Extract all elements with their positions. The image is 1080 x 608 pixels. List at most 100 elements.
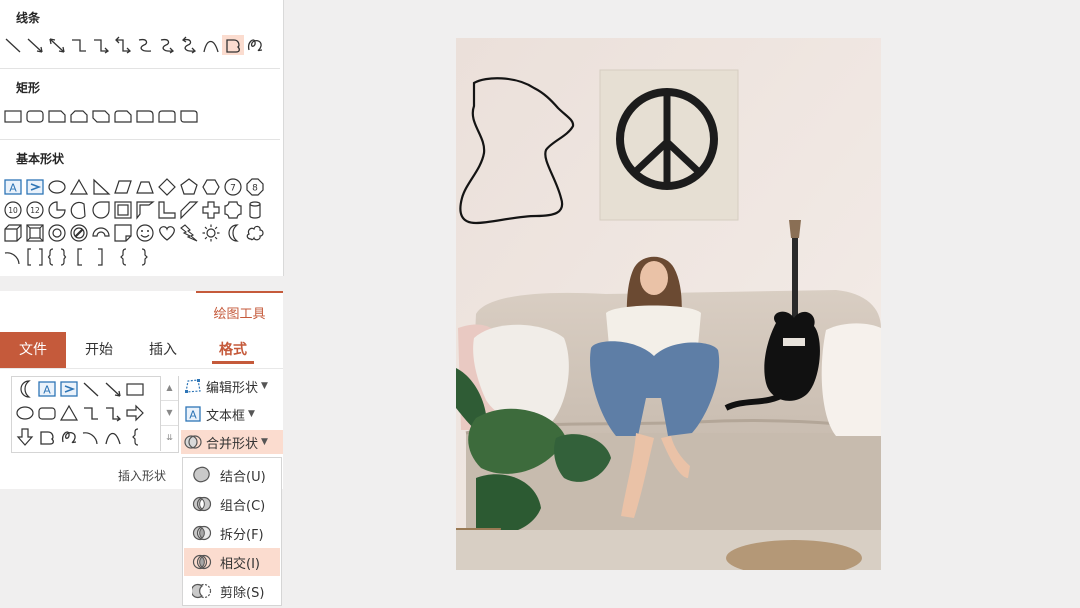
double-arrow-shape[interactable] (46, 35, 68, 55)
cloud-shape[interactable] (244, 223, 266, 243)
left-brace-shape[interactable] (112, 247, 134, 267)
elbow-connector-shape[interactable] (80, 402, 102, 424)
elbow-connector-shape[interactable] (68, 35, 90, 55)
menu-item-subtract[interactable]: 剪除(S) (184, 577, 280, 605)
line-shape[interactable] (2, 35, 24, 55)
scribble-shape[interactable] (58, 426, 80, 448)
elbow-arrow-shape[interactable] (90, 35, 112, 55)
scribble-shape[interactable] (244, 35, 266, 55)
frame-shape[interactable] (112, 200, 134, 220)
menu-item-intersect[interactable]: 相交(I) (184, 548, 280, 576)
bevel-shape[interactable] (24, 223, 46, 243)
vertical-text-box-shape[interactable] (58, 378, 80, 400)
tab-home[interactable]: 开始 (76, 332, 122, 368)
freeform-shape[interactable] (222, 35, 244, 55)
rectangle-shape[interactable] (124, 378, 146, 400)
pie-shape[interactable] (46, 200, 68, 220)
curve-shape[interactable] (102, 426, 124, 448)
right-arrow-shape[interactable] (124, 402, 146, 424)
triangle-shape[interactable] (58, 402, 80, 424)
curved-connector-shape[interactable] (134, 35, 156, 55)
smiley-face-shape[interactable] (134, 223, 156, 243)
right-triangle-shape[interactable] (90, 177, 112, 197)
double-brace-shape[interactable] (46, 247, 68, 267)
dodecagon-shape[interactable]: 12 (24, 200, 46, 220)
slide-photo[interactable] (456, 38, 881, 570)
arc-shape[interactable] (2, 247, 24, 267)
lightning-bolt-shape[interactable] (178, 223, 200, 243)
menu-item-combine[interactable]: 组合(C) (184, 490, 280, 518)
heart-shape[interactable] (156, 223, 178, 243)
cross-shape[interactable] (200, 200, 222, 220)
scroll-down-icon[interactable]: ▼ (161, 401, 178, 426)
half-frame-shape[interactable] (134, 200, 156, 220)
oval-shape[interactable] (14, 402, 36, 424)
l-shape[interactable] (156, 200, 178, 220)
down-arrow-shape[interactable] (14, 426, 36, 448)
left-bracket-shape[interactable] (68, 247, 90, 267)
round-diagonal-shape[interactable] (178, 106, 200, 126)
text-box-shape[interactable]: A (36, 378, 58, 400)
double-bracket-shape[interactable] (24, 247, 46, 267)
vertical-text-box-shape[interactable] (24, 177, 46, 197)
tab-format[interactable]: 格式 (210, 332, 256, 368)
left-brace-shape[interactable] (124, 426, 146, 448)
trapezoid-shape[interactable] (134, 177, 156, 197)
sun-shape[interactable] (200, 223, 222, 243)
text-box-button[interactable]: A 文本框 ▼ (183, 402, 255, 426)
gallery-scrollbar[interactable]: ▲ ▼ ⇊ (160, 376, 178, 451)
folded-corner-shape[interactable] (112, 223, 134, 243)
edit-shape-button[interactable]: 编辑形状 ▼ (183, 374, 268, 398)
merge-shapes-button[interactable]: 合并形状 ▼ (181, 430, 283, 454)
scroll-up-icon[interactable]: ▲ (161, 376, 178, 401)
curved-arrow-shape[interactable] (156, 35, 178, 55)
arrow-shape[interactable] (102, 378, 124, 400)
rounded-rectangle-shape[interactable] (36, 402, 58, 424)
diamond-shape[interactable] (156, 177, 178, 197)
block-arc-shape[interactable] (90, 223, 112, 243)
arc-shape[interactable] (80, 426, 102, 448)
elbow-double-arrow-shape[interactable] (112, 35, 134, 55)
tab-insert[interactable]: 插入 (140, 332, 186, 368)
plaque-shape[interactable] (222, 200, 244, 220)
triangle-shape[interactable] (68, 177, 90, 197)
snip-diagonal-shape[interactable] (90, 106, 112, 126)
octagon-shape[interactable]: 8 (244, 177, 266, 197)
cube-shape[interactable] (2, 223, 24, 243)
snip-same-side-shape[interactable] (68, 106, 90, 126)
no-symbol-shape[interactable] (68, 223, 90, 243)
moon-shape[interactable] (222, 223, 244, 243)
diagonal-stripe-shape[interactable] (178, 200, 200, 220)
tab-file[interactable]: 文件 (0, 332, 66, 368)
drawing-tools-context-tab[interactable]: 绘图工具 (196, 291, 283, 332)
line-shape[interactable] (80, 378, 102, 400)
oval-shape[interactable] (46, 177, 68, 197)
decagon-shape[interactable]: 10 (2, 200, 24, 220)
chord-shape[interactable] (68, 200, 90, 220)
curved-double-arrow-shape[interactable] (178, 35, 200, 55)
moon-shape[interactable] (14, 378, 36, 400)
snip-single-corner-shape[interactable] (46, 106, 68, 126)
menu-item-fragment[interactable]: 拆分(F) (184, 519, 280, 547)
arrow-shape[interactable] (24, 35, 46, 55)
round-single-corner-shape[interactable] (134, 106, 156, 126)
text-box-shape[interactable]: A (2, 177, 24, 197)
teardrop-shape[interactable] (90, 200, 112, 220)
snip-round-shape[interactable] (112, 106, 134, 126)
heptagon-shape[interactable]: 7 (222, 177, 244, 197)
curve-shape[interactable] (200, 35, 222, 55)
menu-item-union[interactable]: 结合(U) (184, 461, 280, 489)
parallelogram-shape[interactable] (112, 177, 134, 197)
rectangle-shape[interactable] (2, 106, 24, 126)
pentagon-shape[interactable] (178, 177, 200, 197)
elbow-arrow-shape[interactable] (102, 402, 124, 424)
can-shape[interactable] (244, 200, 266, 220)
freeform-shape[interactable] (36, 426, 58, 448)
expand-gallery-icon[interactable]: ⇊ (161, 426, 178, 450)
right-bracket-shape[interactable] (90, 247, 112, 267)
rounded-rectangle-shape[interactable] (24, 106, 46, 126)
round-same-side-shape[interactable] (156, 106, 178, 126)
right-brace-shape[interactable] (134, 247, 156, 267)
hexagon-shape[interactable] (200, 177, 222, 197)
donut-shape[interactable] (46, 223, 68, 243)
